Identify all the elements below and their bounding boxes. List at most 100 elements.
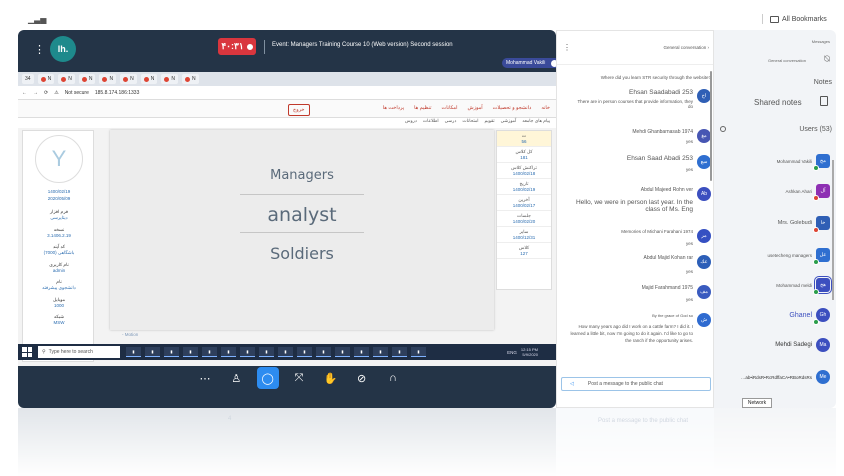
user-name: …ab•iRdsR•RcRdffaCA•RBoRdsRs: [740, 374, 812, 380]
info-row: موبایل 1000: [52, 297, 66, 308]
user-avatar: مح: [813, 154, 830, 171]
right-list-item: تراکنش کلاس 1400/02/18: [497, 163, 551, 179]
windows-icon: [22, 347, 32, 357]
shared-tab: N: [58, 74, 75, 84]
chat-menu-icon[interactable]: ⋮: [563, 43, 571, 52]
shared-nav-item: خانه: [541, 105, 550, 111]
users-icon[interactable]: ♙: [225, 367, 247, 389]
shared-sub-nav-item: دروس: [405, 118, 417, 123]
shared-nav-item: تنظیم ها: [414, 105, 432, 111]
chat-panel: ⋮ General conversation › Where did you l…: [556, 30, 714, 408]
chat-message-author: Abdul Majid Kohan rar: [643, 255, 693, 261]
reflection-count: 4: [228, 416, 232, 422]
fullscreen-icon[interactable]: ⤧: [288, 367, 310, 389]
raise-hand-icon[interactable]: ✋: [319, 367, 341, 389]
current-user-chip[interactable]: Mohammad Vakili: [502, 58, 556, 68]
shared-browser-tabs: 34 N N N N N N N N: [18, 72, 556, 86]
user-row[interactable]: Ashkan Ahari آل: [785, 184, 830, 201]
tray-clock: 12:15 PM 5/9/2020: [521, 347, 538, 357]
general-conversation-row[interactable]: General conversation: [768, 58, 806, 63]
chat-bubble-icon[interactable]: ⍉: [824, 54, 830, 65]
user-avatar: Ma: [816, 338, 830, 352]
camera-off-icon[interactable]: ⊘: [351, 367, 373, 389]
user-row[interactable]: Mehdi Sadegi Ma: [775, 338, 830, 352]
reload-icon: ⟳: [44, 89, 49, 96]
chat-message: Where did you learn STR security through…: [600, 75, 711, 80]
taskbar-app-icon: ▮: [126, 347, 141, 357]
chat-message-text: yes: [685, 139, 693, 144]
chat-header-title[interactable]: General conversation ›: [663, 45, 709, 50]
user-row[interactable]: Mrs. Golebudi خا: [778, 216, 830, 233]
divider: [762, 14, 763, 24]
user-avatar: آل: [813, 184, 830, 201]
right-list-item: کلاس 127: [497, 243, 551, 259]
taskbar-app-icon: ▮: [316, 347, 331, 357]
browser-top-strip: ▁▃▅ All Bookmarks: [0, 0, 844, 28]
user-row[interactable]: Mohammad meldi هح: [776, 276, 832, 295]
taskbar-app-icon: ▮: [221, 347, 236, 357]
user-row[interactable]: Mohammad Vakili مح: [777, 154, 830, 171]
shared-right-list: ت 56 کل کلاس 181 تراکنش کلاس 1400/02/18 تار…: [496, 130, 552, 290]
forward-icon: →: [33, 89, 38, 96]
motion-label: - Motion: [122, 332, 139, 337]
shared-tab: N: [78, 74, 96, 84]
info-row: نسخه 3.1406.2.19: [47, 227, 71, 238]
right-list-item: تاریخ 1400/02/19: [497, 179, 551, 195]
user-avatar: Me: [816, 370, 830, 384]
send-icon[interactable]: ◁: [570, 381, 574, 387]
chat-avatar: مغ: [697, 129, 711, 143]
user-avatar: Gh: [813, 308, 830, 325]
taskbar-app-icon: ▮: [145, 347, 160, 357]
chat-input-placeholder: Post a message to the public chat: [587, 381, 663, 387]
all-bookmarks-button[interactable]: All Bookmarks: [770, 13, 827, 25]
chat-message-text: yes: [685, 297, 693, 302]
users-scrollbar[interactable]: [832, 160, 834, 300]
tray-language: ENG: [507, 349, 517, 355]
slide-line: analyst: [267, 204, 337, 226]
shared-tab: N: [161, 74, 178, 84]
all-bookmarks-label: All Bookmarks: [782, 15, 827, 23]
more-options-icon[interactable]: ⋯: [194, 367, 216, 389]
notes-icon: [820, 96, 828, 106]
chat-message-text: yes: [685, 269, 693, 274]
taskbar-app-icon: ▮: [278, 347, 293, 357]
user-row[interactable]: Ghanel Gh: [789, 308, 830, 325]
chat-scrollbar[interactable]: [710, 71, 712, 181]
chat-message-author: Abdul Majeed Rohn ver: [640, 187, 693, 193]
shared-nav-item: پرداخت ها: [382, 105, 405, 111]
info-date: 1400/02/19: [47, 189, 71, 194]
recording-time: ۴۰:۳۱: [221, 41, 244, 51]
taskbar-search-placeholder: Type here to search: [48, 349, 93, 355]
reflection-users: [714, 408, 836, 476]
headset-icon[interactable]: ∩: [382, 367, 404, 389]
shared-tab: N: [120, 74, 137, 84]
shared-tab: N: [181, 74, 199, 84]
chat-message-author: Ehsan Saadabadi 253: [629, 89, 693, 96]
shared-notes-item[interactable]: Shared notes: [754, 98, 802, 107]
recording-timer[interactable]: ۴۰:۳۱: [218, 38, 256, 55]
chat-message-text: yes: [685, 167, 693, 172]
shared-sub-nav-item: تقویم: [484, 118, 495, 123]
right-list-item: آخرین 1400/02/17: [497, 195, 551, 211]
network-button[interactable]: Network: [742, 398, 772, 408]
user-row[interactable]: usetecheng managers عل: [767, 248, 830, 265]
gear-icon[interactable]: [720, 126, 726, 132]
taskbar-app-icon: ▮: [335, 347, 350, 357]
user-row[interactable]: …ab•iRdsR•RcRdffaCA•RBoRdsRs Me: [741, 370, 830, 384]
right-list-item: کل کلاس 181: [497, 147, 551, 163]
meeting-menu-icon[interactable]: ⋮: [34, 43, 45, 57]
shared-taskbar: ⚲ Type here to search ▮ ▮ ▮ ▮ ▮ ▮ ▮ ▮ ▮ …: [18, 344, 556, 360]
app-logo: lh.: [50, 36, 76, 62]
chat-message-text: There are in person courses that provide…: [577, 99, 693, 109]
chat-icon[interactable]: ◯: [256, 367, 279, 389]
back-icon: ←: [22, 89, 27, 96]
shared-sub-nav: دروس اطلاعات درسی امتحانات تقویم آموزشی …: [18, 118, 556, 128]
taskbar-app-icon: ▮: [297, 347, 312, 357]
shared-sub-nav-item: پیام های جامعه: [522, 118, 550, 123]
info-row: نام دانشجوی پیشرفته: [42, 279, 76, 290]
info-row: فرم افزار دیتاپرسی: [50, 209, 68, 220]
reflection: 4 Post a message to the public chat: [18, 408, 836, 476]
right-list-item: سایر 1400/12/31: [497, 227, 551, 243]
chat-message-input[interactable]: ◁ Post a message to the public chat: [561, 377, 711, 391]
shared-tab: N: [99, 74, 117, 84]
